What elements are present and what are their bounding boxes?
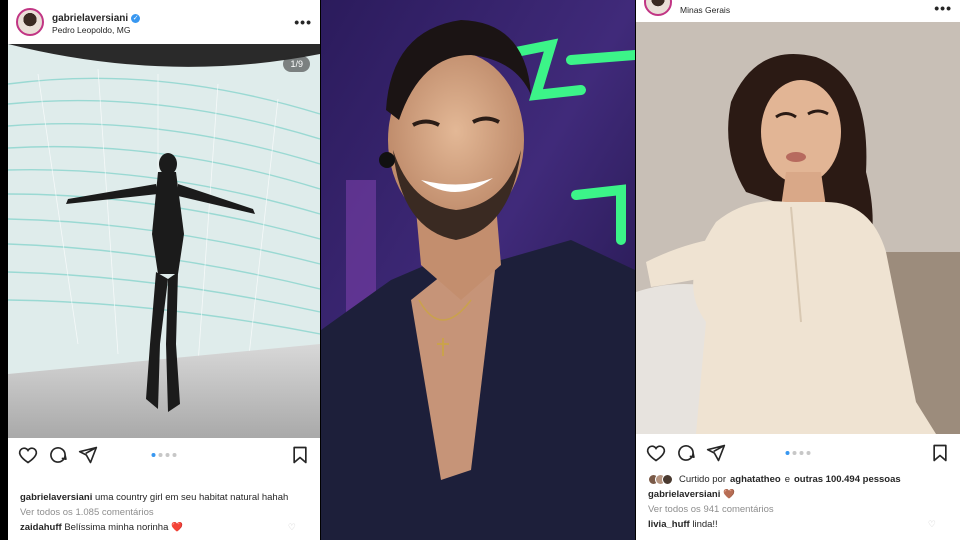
concert-image [321,0,635,540]
username[interactable]: gabrielaversiani ✓ [52,13,141,25]
view-comments-link[interactable]: Ver todos os 1.085 comentários [20,505,308,520]
caption-section: Curtido por aghatatheo e outras 100.494 … [636,472,960,532]
portrait-photo [636,22,960,434]
bookmark-icon[interactable] [930,443,950,463]
bookmark-icon[interactable] [290,445,310,465]
caption: gabrielaversiani 🤎 [648,487,948,502]
more-options-icon[interactable]: ••• [294,14,312,30]
comment-row: livia_huff linda!! ♡ [648,517,948,532]
post-header: gabrielaversiani ✓ Pedro Leopoldo, MG ••… [8,0,320,44]
caption: gabrielaversiani uma country girl em seu… [20,490,308,505]
heart-icon[interactable] [646,443,666,463]
caption-username[interactable]: gabrielaversiani [648,489,720,500]
verified-icon: ✓ [131,14,141,24]
share-icon[interactable] [706,443,726,463]
liked-by-others[interactable]: outras 100.494 pessoas [794,472,901,487]
liked-by-conjunction: e [784,474,790,485]
avatar[interactable] [16,8,44,36]
action-bar [8,438,320,472]
singer-photo [321,0,635,540]
comment-row: zaidahuff Belíssima minha norinha ❤️ ♡ [20,520,308,535]
caption-username[interactable]: gabrielaversiani [20,492,92,503]
share-icon[interactable] [78,445,98,465]
heart-icon[interactable] [18,445,38,465]
carousel-dots [151,453,177,457]
liker-avatars [648,474,673,485]
comment-username[interactable]: zaidahuff [20,522,62,533]
post-header: Minas Gerais ••• [636,0,960,22]
location[interactable]: Minas Gerais [680,5,934,16]
post-photo[interactable] [636,22,960,434]
liked-by-user[interactable]: aghatatheo [730,472,781,487]
carousel-counter: 1/9 [283,56,310,72]
location[interactable]: Pedro Leopoldo, MG [52,26,294,36]
collage: gabrielaversiani ✓ Pedro Leopoldo, MG ••… [0,0,960,540]
comment-icon[interactable] [48,445,68,465]
action-bar [636,436,960,470]
comment-username[interactable]: livia_huff [648,519,690,530]
caption-emoji: 🤎 [723,489,735,500]
caption-section: gabrielaversiani uma country girl em seu… [8,490,320,535]
more-options-icon[interactable]: ••• [934,0,952,16]
avatar[interactable] [644,0,672,16]
view-comments-link[interactable]: Ver todos os 941 comentários [648,502,948,517]
left-instagram-post: gabrielaversiani ✓ Pedro Leopoldo, MG ••… [8,0,320,540]
post-photo[interactable]: 1/9 [8,44,320,438]
carousel-dots [785,451,811,455]
comment-like-icon[interactable]: ♡ [288,520,296,535]
liked-by-prefix: Curtido por [679,474,726,485]
comment-text: linda!! [692,519,718,530]
comment-like-icon[interactable]: ♡ [928,517,936,532]
light-tunnel-background [8,44,320,438]
comment-icon[interactable] [676,443,696,463]
right-instagram-post: Minas Gerais ••• Curtido por aghatatheo … [636,0,960,540]
caption-text: uma country girl em seu habitat natural … [95,492,289,503]
liked-by-row[interactable]: Curtido por aghatatheo e outras 100.494 … [648,472,948,487]
comment-emoji: ❤️ [171,522,183,533]
comment-text: Belíssima minha norinha [64,522,169,533]
